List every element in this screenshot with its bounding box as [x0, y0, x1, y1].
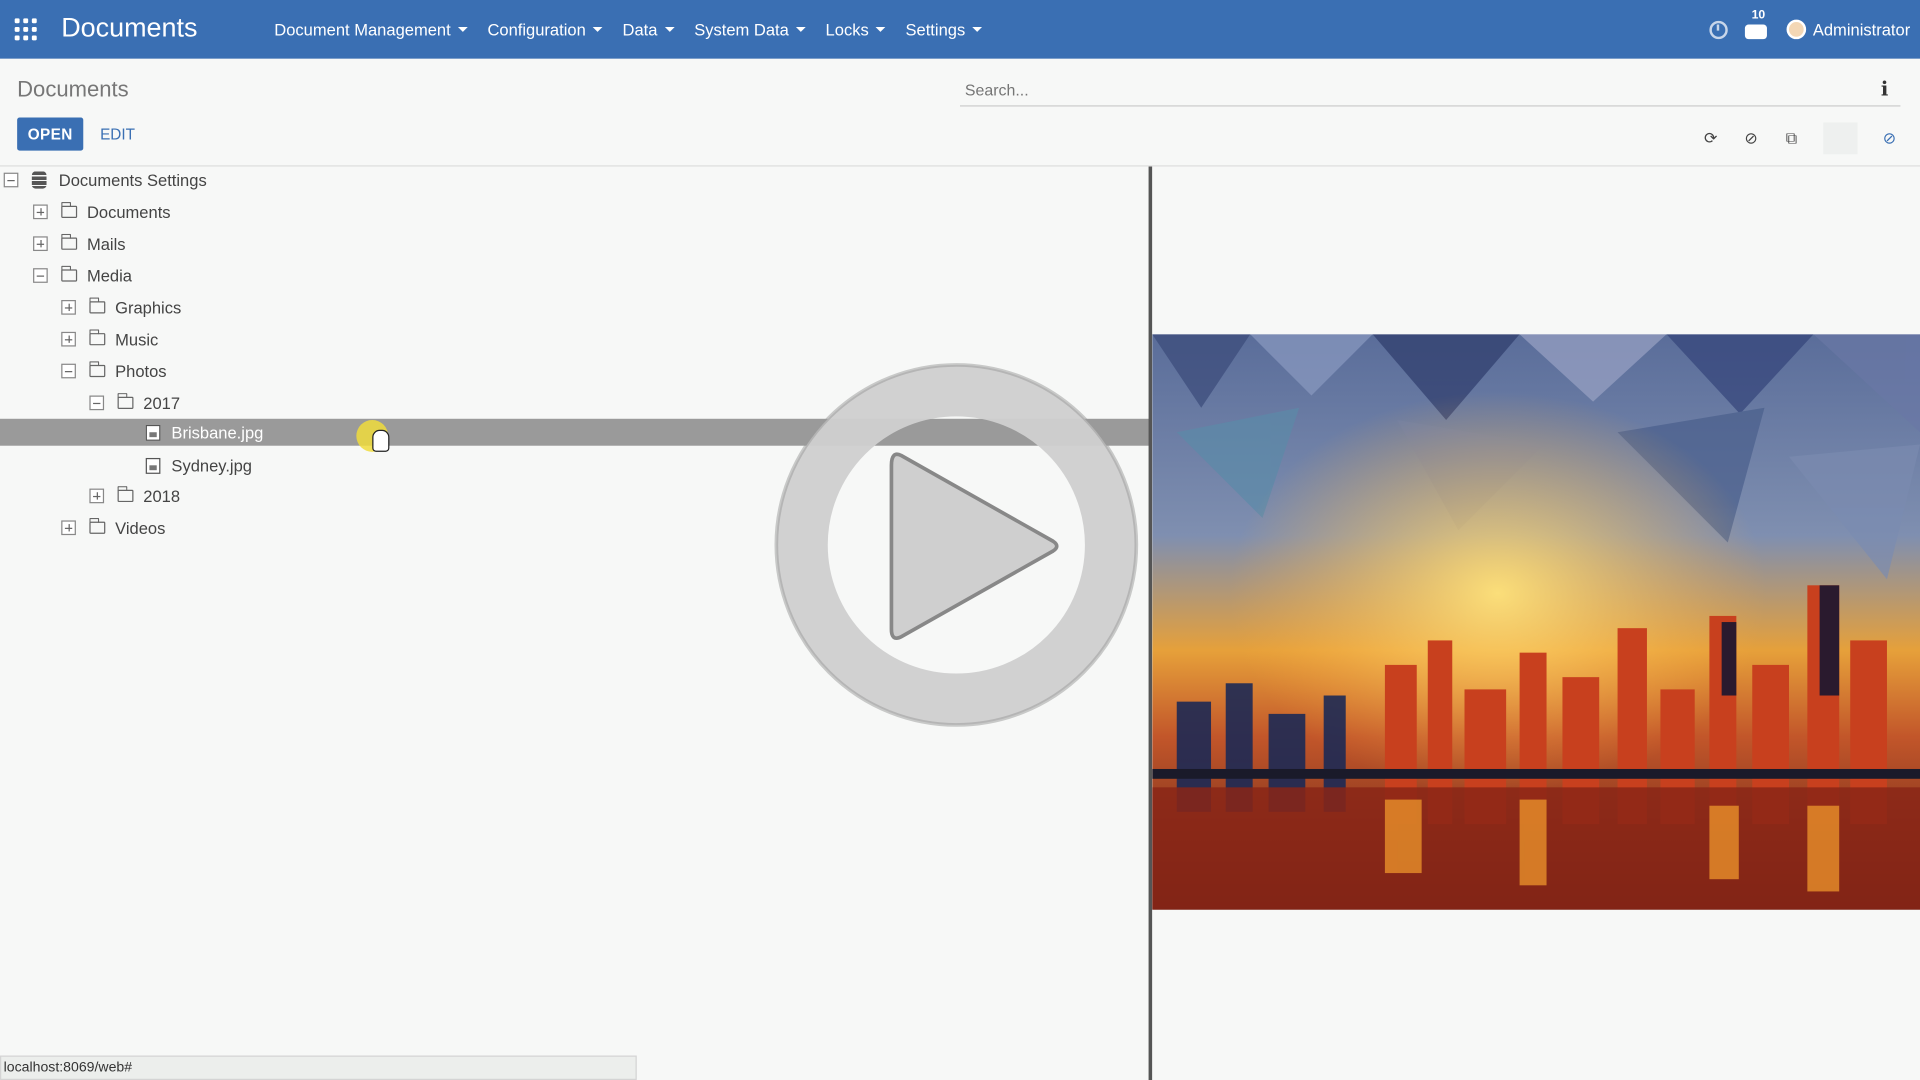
breadcrumb: Documents: [17, 77, 129, 102]
block-icon[interactable]: ⊘: [1881, 129, 1898, 147]
image-file-icon: [145, 424, 161, 441]
tree-node-videos[interactable]: Videos: [61, 514, 165, 541]
caret-down-icon: [876, 26, 886, 32]
info-icon[interactable]: i: [1881, 77, 1893, 100]
user-menu[interactable]: Administrator: [1787, 19, 1911, 40]
collapse-toggle-icon[interactable]: [61, 363, 76, 379]
folder-icon: [117, 486, 134, 503]
tree-node-media[interactable]: Media: [33, 262, 132, 289]
menu-data[interactable]: Data: [613, 20, 685, 39]
tree-node-graphics[interactable]: Graphics: [61, 294, 181, 321]
tree-toolbar: ⟳ ⊘ ⧉ ⊘: [1702, 122, 1898, 155]
folder-open-icon: [61, 265, 78, 282]
caret-down-icon: [593, 26, 603, 32]
database-icon: [31, 171, 47, 189]
video-play-icon[interactable]: [771, 360, 1141, 730]
top-navbar: Documents Document Management Configurat…: [0, 0, 1920, 59]
expand-toggle-icon[interactable]: [61, 300, 76, 315]
avatar: [1787, 19, 1807, 40]
activity-clock-icon[interactable]: [1709, 20, 1729, 39]
caret-down-icon: [972, 26, 983, 32]
menu-system-data[interactable]: System Data: [684, 20, 815, 39]
collapse-toggle-icon[interactable]: [3, 172, 19, 188]
tree-node-photos[interactable]: Photos: [61, 358, 167, 385]
app-title: Documents: [61, 12, 198, 43]
caret-down-icon: [796, 26, 806, 32]
preview-panel: [1152, 166, 1920, 1080]
navbar-systray: 10 Administrator: [1709, 0, 1911, 59]
apps-grid-icon[interactable]: [14, 18, 37, 41]
open-button[interactable]: OPEN: [17, 117, 84, 151]
folder-icon: [89, 297, 106, 314]
expand-toggle-icon[interactable]: [33, 236, 48, 252]
expand-toggle-icon[interactable]: [33, 204, 48, 220]
expand-toggle-icon[interactable]: [61, 331, 76, 347]
chat-icon: [1745, 24, 1768, 40]
status-bar-url: localhost:8069/web#: [0, 1055, 637, 1080]
disable-icon[interactable]: ⊘: [1742, 129, 1759, 147]
hand-cursor-icon: [372, 429, 390, 452]
menu-settings[interactable]: Settings: [896, 20, 992, 39]
folder-open-icon: [89, 361, 106, 378]
tree-node-documents[interactable]: Documents: [33, 198, 171, 225]
expand-toggle-icon[interactable]: [89, 488, 105, 504]
control-panel: Documents i OPEN EDIT ⟳ ⊘ ⧉ ⊘: [0, 58, 1920, 167]
expand-toggle-icon[interactable]: [61, 520, 76, 536]
tree-node-sydney-jpg[interactable]: Sydney.jpg: [145, 452, 252, 479]
tree-node-2017[interactable]: 2017: [89, 389, 180, 416]
tree-node-music[interactable]: Music: [61, 326, 158, 353]
folder-icon: [89, 329, 106, 346]
menu-document-management[interactable]: Document Management: [264, 20, 477, 39]
tree-node-mails[interactable]: Mails: [33, 230, 126, 257]
folder-icon: [89, 517, 106, 534]
folder-open-icon: [117, 393, 134, 409]
edit-button[interactable]: EDIT: [93, 118, 142, 151]
collapse-toggle-icon[interactable]: [89, 395, 105, 411]
refresh-icon[interactable]: ⟳: [1702, 129, 1719, 147]
image-preview: [1152, 334, 1920, 910]
chat-badge: 10: [1751, 8, 1766, 23]
collapse-toggle-icon[interactable]: [33, 268, 48, 283]
caret-down-icon: [458, 26, 468, 32]
caret-down-icon: [664, 26, 675, 32]
tree-node-2018[interactable]: 2018: [89, 482, 180, 509]
user-name: Administrator: [1812, 20, 1911, 39]
messaging-button[interactable]: 10: [1745, 9, 1769, 41]
image-file-icon: [145, 457, 161, 474]
tree-node-documents-settings[interactable]: Documents Settings: [3, 167, 207, 194]
search-input[interactable]: [960, 74, 1901, 107]
menu-configuration[interactable]: Configuration: [478, 20, 613, 39]
external-link-icon[interactable]: ⧉: [1783, 129, 1800, 147]
folder-icon: [61, 233, 78, 250]
main-menu: Document Management Configuration Data S…: [264, 0, 992, 59]
folder-icon: [61, 202, 78, 218]
blank-button[interactable]: [1823, 122, 1858, 155]
menu-locks[interactable]: Locks: [816, 20, 896, 39]
